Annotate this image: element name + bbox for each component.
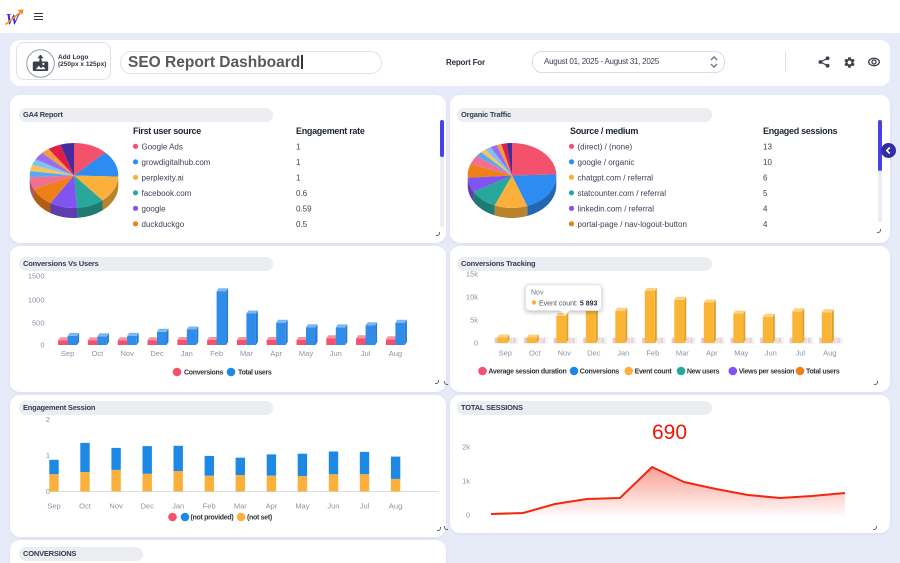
svg-text:Jun: Jun xyxy=(330,349,342,358)
svg-text:0.6: 0.6 xyxy=(296,189,308,198)
svg-text:google: google xyxy=(142,205,167,214)
svg-text:Nov: Nov xyxy=(531,290,544,297)
svg-text:1: 1 xyxy=(296,174,301,183)
svg-text:0: 0 xyxy=(474,339,478,348)
svg-text:Nov: Nov xyxy=(558,349,572,358)
svg-text:Sep: Sep xyxy=(61,349,74,358)
svg-text:Conversions: Conversions xyxy=(580,369,620,376)
svg-text:chatgpt.com / referral: chatgpt.com / referral xyxy=(578,174,654,183)
svg-text:Aug: Aug xyxy=(389,502,402,511)
svg-text:Oct: Oct xyxy=(79,502,92,511)
svg-text:0.5: 0.5 xyxy=(296,220,308,229)
svg-text:growdigitalhub.com: growdigitalhub.com xyxy=(142,158,211,167)
svg-text:Google Ads: Google Ads xyxy=(142,143,183,152)
svg-text:0.59: 0.59 xyxy=(296,205,312,214)
svg-text:Mar: Mar xyxy=(234,502,247,511)
svg-text:0: 0 xyxy=(40,340,44,349)
svg-text:(direct) / (none): (direct) / (none) xyxy=(578,143,633,152)
svg-text:Sep: Sep xyxy=(499,349,512,358)
svg-text:Mar: Mar xyxy=(676,349,689,358)
svg-text:Total users: Total users xyxy=(238,370,272,377)
svg-text:First user source: First user source xyxy=(133,126,201,136)
svg-text:Sep: Sep xyxy=(47,502,60,511)
svg-text:Aug: Aug xyxy=(389,349,402,358)
svg-text:Aug: Aug xyxy=(823,349,836,358)
svg-text:duckduckgo: duckduckgo xyxy=(142,220,185,229)
svg-text:Jun: Jun xyxy=(327,502,339,511)
svg-text:Apr: Apr xyxy=(266,502,278,511)
svg-text:Jul: Jul xyxy=(796,349,806,358)
svg-text:Nov: Nov xyxy=(121,349,135,358)
svg-text:Engaged sessions: Engaged sessions xyxy=(763,126,838,136)
svg-text:1000: 1000 xyxy=(28,295,45,304)
svg-text:May: May xyxy=(295,502,309,511)
svg-text:Dec: Dec xyxy=(587,349,601,358)
svg-text:Oct: Oct xyxy=(529,349,542,358)
svg-text:Oct: Oct xyxy=(92,349,105,358)
svg-text:1500: 1500 xyxy=(28,272,45,281)
svg-text:6: 6 xyxy=(763,174,768,183)
svg-text:1: 1 xyxy=(296,143,301,152)
svg-text:Nov: Nov xyxy=(109,502,123,511)
svg-text:Jan: Jan xyxy=(181,349,193,358)
svg-text:Feb: Feb xyxy=(210,349,223,358)
svg-text:Jul: Jul xyxy=(360,502,370,511)
svg-text:Jan: Jan xyxy=(617,349,629,358)
svg-text:Conversions: Conversions xyxy=(184,370,224,377)
svg-text:5k: 5k xyxy=(470,316,478,325)
svg-text:May: May xyxy=(299,349,313,358)
svg-text:Feb: Feb xyxy=(646,349,659,358)
svg-text:Dec: Dec xyxy=(150,349,164,358)
svg-text:facebook.com: facebook.com xyxy=(142,189,192,198)
svg-text:Event count: Event count xyxy=(635,369,673,376)
svg-text:10: 10 xyxy=(763,158,772,167)
svg-text:5: 5 xyxy=(763,189,768,198)
svg-text:Total users: Total users xyxy=(806,369,840,376)
svg-text:2: 2 xyxy=(46,415,50,424)
svg-text:1: 1 xyxy=(296,158,301,167)
svg-text:4: 4 xyxy=(763,205,768,214)
svg-text:500: 500 xyxy=(32,319,45,328)
svg-text:1: 1 xyxy=(46,451,50,460)
svg-text:May: May xyxy=(734,349,748,358)
svg-text:Dec: Dec xyxy=(141,502,155,511)
svg-text:portal-page / nav-logout-butto: portal-page / nav-logout-button xyxy=(578,220,687,229)
svg-text:Engagement rate: Engagement rate xyxy=(296,126,365,136)
svg-text:10k: 10k xyxy=(466,293,478,302)
svg-text:(not provided): (not provided) xyxy=(191,515,234,522)
svg-text:15k: 15k xyxy=(466,270,478,279)
svg-text:Jul: Jul xyxy=(361,349,371,358)
svg-text:Apr: Apr xyxy=(706,349,718,358)
svg-text:Event count: 5 893: Event count: 5 893 xyxy=(539,301,597,308)
svg-text:Jan: Jan xyxy=(172,502,184,511)
svg-text:4: 4 xyxy=(763,220,768,229)
svg-text:Views per session: Views per session xyxy=(739,369,794,376)
svg-text:Jun: Jun xyxy=(765,349,777,358)
svg-text:Source / medium: Source / medium xyxy=(570,126,638,136)
svg-text:2k: 2k xyxy=(462,443,470,452)
svg-text:statcounter.com / referral: statcounter.com / referral xyxy=(578,189,667,198)
svg-text:linkedin.com / referral: linkedin.com / referral xyxy=(578,205,655,214)
svg-text:New users: New users xyxy=(687,369,720,376)
svg-text:13: 13 xyxy=(763,143,772,152)
svg-text:google / organic: google / organic xyxy=(578,158,635,167)
svg-text:(not set): (not set) xyxy=(247,515,272,522)
svg-text:Feb: Feb xyxy=(203,502,216,511)
svg-text:Mar: Mar xyxy=(240,349,253,358)
svg-text:Average session duration: Average session duration xyxy=(488,369,566,376)
svg-text:perplexity.ai: perplexity.ai xyxy=(142,174,184,183)
svg-text:0: 0 xyxy=(466,511,470,520)
svg-text:Apr: Apr xyxy=(270,349,282,358)
svg-text:1k: 1k xyxy=(462,477,470,486)
